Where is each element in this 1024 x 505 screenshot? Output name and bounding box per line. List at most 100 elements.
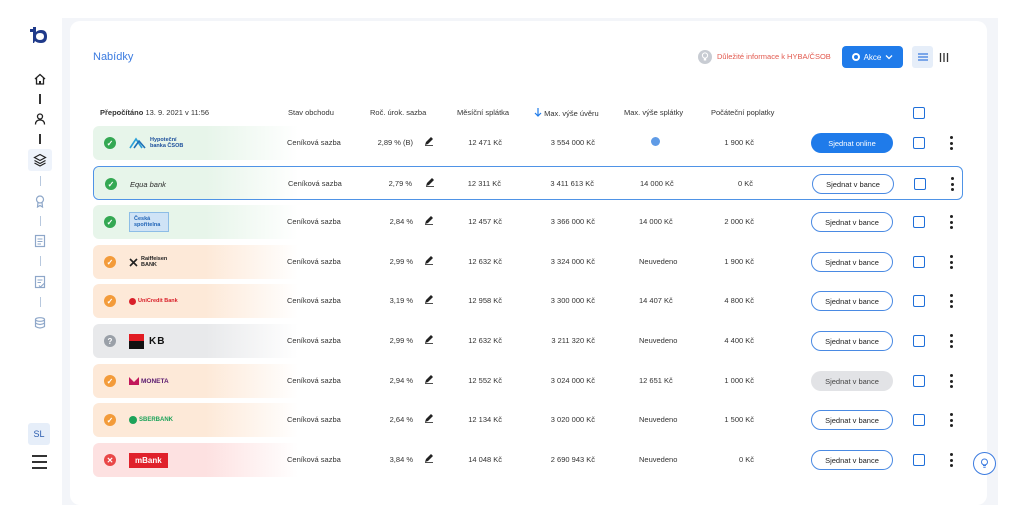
row-checkbox[interactable] (913, 216, 925, 228)
mbank-logo-box: mBank (129, 452, 168, 468)
table-row[interactable]: ? KB Ceníková sazba 2,99 % 12 632 Kč 3 211 32… (93, 324, 963, 358)
info-icon[interactable] (651, 137, 660, 146)
sjednat-v-bance-button[interactable]: Sjednat v bance (811, 252, 893, 272)
interest-rate: 2,79 % (388, 179, 412, 188)
select-all-checkbox[interactable] (913, 107, 925, 119)
more-options-icon[interactable] (950, 453, 953, 467)
sjednat-online-button[interactable]: Sjednat online (811, 133, 893, 153)
sjednat-v-bance-button[interactable]: Sjednat v bance (811, 410, 893, 430)
row-checkbox[interactable] (913, 256, 925, 268)
edit-pencil-icon[interactable] (424, 215, 434, 225)
bank-logo: SBERBANK (129, 410, 209, 430)
menu-icon[interactable] (32, 455, 47, 469)
monthly-payment: 12 471 Kč (468, 138, 502, 147)
sjednat-v-bance-button[interactable]: Sjednat v bance (811, 450, 893, 470)
more-options-icon[interactable] (950, 136, 953, 150)
bank-logo: KB (129, 331, 209, 351)
logo-icon[interactable] (29, 24, 51, 46)
document-icon[interactable] (33, 234, 47, 248)
sjednat-v-bance-button[interactable]: Sjednat v bance (811, 371, 893, 391)
sjednat-v-bance-button[interactable]: Sjednat v bance (811, 212, 893, 232)
status-warn-icon: ✓ (104, 414, 116, 426)
nav-connector (39, 94, 41, 104)
more-options-icon[interactable] (950, 294, 953, 308)
col-header-stav[interactable]: Stav obchodu (288, 108, 334, 117)
nav-connector (39, 134, 41, 144)
max-loan: 3 554 000 Kč (550, 138, 595, 147)
col-header-max-payment[interactable]: Max. výše splátky (624, 108, 683, 117)
award-icon[interactable] (33, 194, 47, 208)
recalc-info: Přepočítáno 13. 9. 2021 v 11:56 (100, 108, 209, 117)
list-view-button[interactable] (912, 46, 933, 68)
sjednat-v-bance-button[interactable]: Sjednat v bance (812, 174, 894, 194)
moneta-logo-icon (129, 377, 139, 385)
edit-pencil-icon[interactable] (424, 136, 434, 146)
max-payment: 14 000 Kč (639, 217, 673, 226)
more-options-icon[interactable] (950, 255, 953, 269)
edit-pencil-icon[interactable] (425, 177, 435, 187)
table-row[interactable]: ✓ UniCredit Bank Ceníková sazba 3,19 % 12 95… (93, 284, 963, 318)
bank-name: Raiffeisen BANK (141, 255, 168, 268)
more-options-icon[interactable] (950, 413, 953, 427)
max-loan: 2 690 943 Kč (550, 455, 595, 464)
interest-rate: 3,19 % (389, 296, 413, 305)
sjednat-v-bance-button[interactable]: Sjednat v bance (811, 331, 893, 351)
edit-pencil-icon[interactable] (424, 294, 434, 304)
col-header-max-loan[interactable]: Max. výše úvěru (534, 108, 599, 118)
row-checkbox[interactable] (913, 454, 925, 466)
max-loan: 3 366 000 Kč (550, 217, 595, 226)
more-options-icon[interactable] (950, 334, 953, 348)
table-row[interactable]: ✓ SBERBANK Ceníková sazba 2,64 % 12 134 Kč 3 … (93, 403, 963, 437)
col-header-fees[interactable]: Počáteční poplatky (711, 108, 774, 117)
max-payment: 12 651 Kč (639, 376, 673, 385)
edit-pencil-icon[interactable] (424, 453, 434, 463)
table-row[interactable]: ✓ Česká spořitelna Ceníková sazba 2,84 % 12 … (93, 205, 963, 239)
row-checkbox[interactable] (913, 375, 925, 387)
col-header-monthly[interactable]: Měsíční splátka (457, 108, 509, 117)
akce-button[interactable]: Akce (842, 46, 903, 68)
more-options-icon[interactable] (950, 215, 953, 229)
user-icon[interactable] (33, 112, 47, 126)
nav-connector (40, 176, 41, 186)
row-checkbox[interactable] (913, 335, 925, 347)
monthly-payment: 12 632 Kč (468, 257, 502, 266)
unicredit-logo-icon (129, 297, 136, 305)
recalc-date: 13. 9. 2021 v 11:56 (145, 108, 210, 117)
deal-status: Ceníková sazba (287, 415, 341, 424)
checklist-icon[interactable] (33, 275, 47, 289)
row-checkbox[interactable] (913, 137, 925, 149)
table-row[interactable]: ✓ Raiffeisen BANK Ceníková sazba 2,99 % 12 6… (93, 245, 963, 279)
bank-logo: Raiffeisen BANK (129, 252, 209, 272)
nav-connector (40, 297, 41, 307)
row-checkbox[interactable] (913, 295, 925, 307)
status-ok-icon: ✓ (104, 137, 116, 149)
home-icon[interactable] (33, 72, 47, 86)
edit-pencil-icon[interactable] (424, 374, 434, 384)
more-options-icon[interactable] (950, 374, 953, 388)
important-info-link[interactable]: Důležité informace k HYBA/ČSOB (717, 52, 831, 61)
initial-fees: 4 400 Kč (724, 336, 754, 345)
max-loan: 3 024 000 Kč (550, 376, 595, 385)
layers-icon[interactable] (33, 153, 47, 167)
table-row[interactable]: ✓ MONETA Ceníková sazba 2,94 % 12 552 Kč 3 02… (93, 364, 963, 398)
table-row[interactable]: ✓ Equa bank Ceníková sazba 2,79 % 12 311 Kč 3… (93, 166, 963, 200)
col-header-rate[interactable]: Roč. úrok. sazba (370, 108, 426, 117)
table-row[interactable]: ✕ mBank Ceníková sazba 3,84 % 14 048 Kč 2 690… (93, 443, 963, 477)
deal-status: Ceníková sazba (287, 296, 341, 305)
edit-pencil-icon[interactable] (424, 255, 434, 265)
row-checkbox[interactable] (914, 178, 926, 190)
database-icon[interactable] (33, 316, 47, 330)
edit-pencil-icon[interactable] (424, 334, 434, 344)
interest-rate: 2,84 % (389, 217, 413, 226)
sjednat-v-bance-button[interactable]: Sjednat v bance (811, 291, 893, 311)
max-payment: 14 000 Kč (640, 179, 674, 188)
edit-pencil-icon[interactable] (424, 413, 434, 423)
akce-label: Akce (863, 52, 882, 62)
more-options-icon[interactable] (951, 177, 954, 191)
user-avatar[interactable]: SL (28, 423, 50, 445)
column-view-button[interactable] (933, 46, 954, 68)
help-bulb-button[interactable] (973, 452, 996, 475)
page-title: Nabídky (93, 51, 134, 63)
table-row[interactable]: ✓ Hypoteční banka ČSOB Ceníková sazba 2,89 … (93, 126, 963, 160)
row-checkbox[interactable] (913, 414, 925, 426)
